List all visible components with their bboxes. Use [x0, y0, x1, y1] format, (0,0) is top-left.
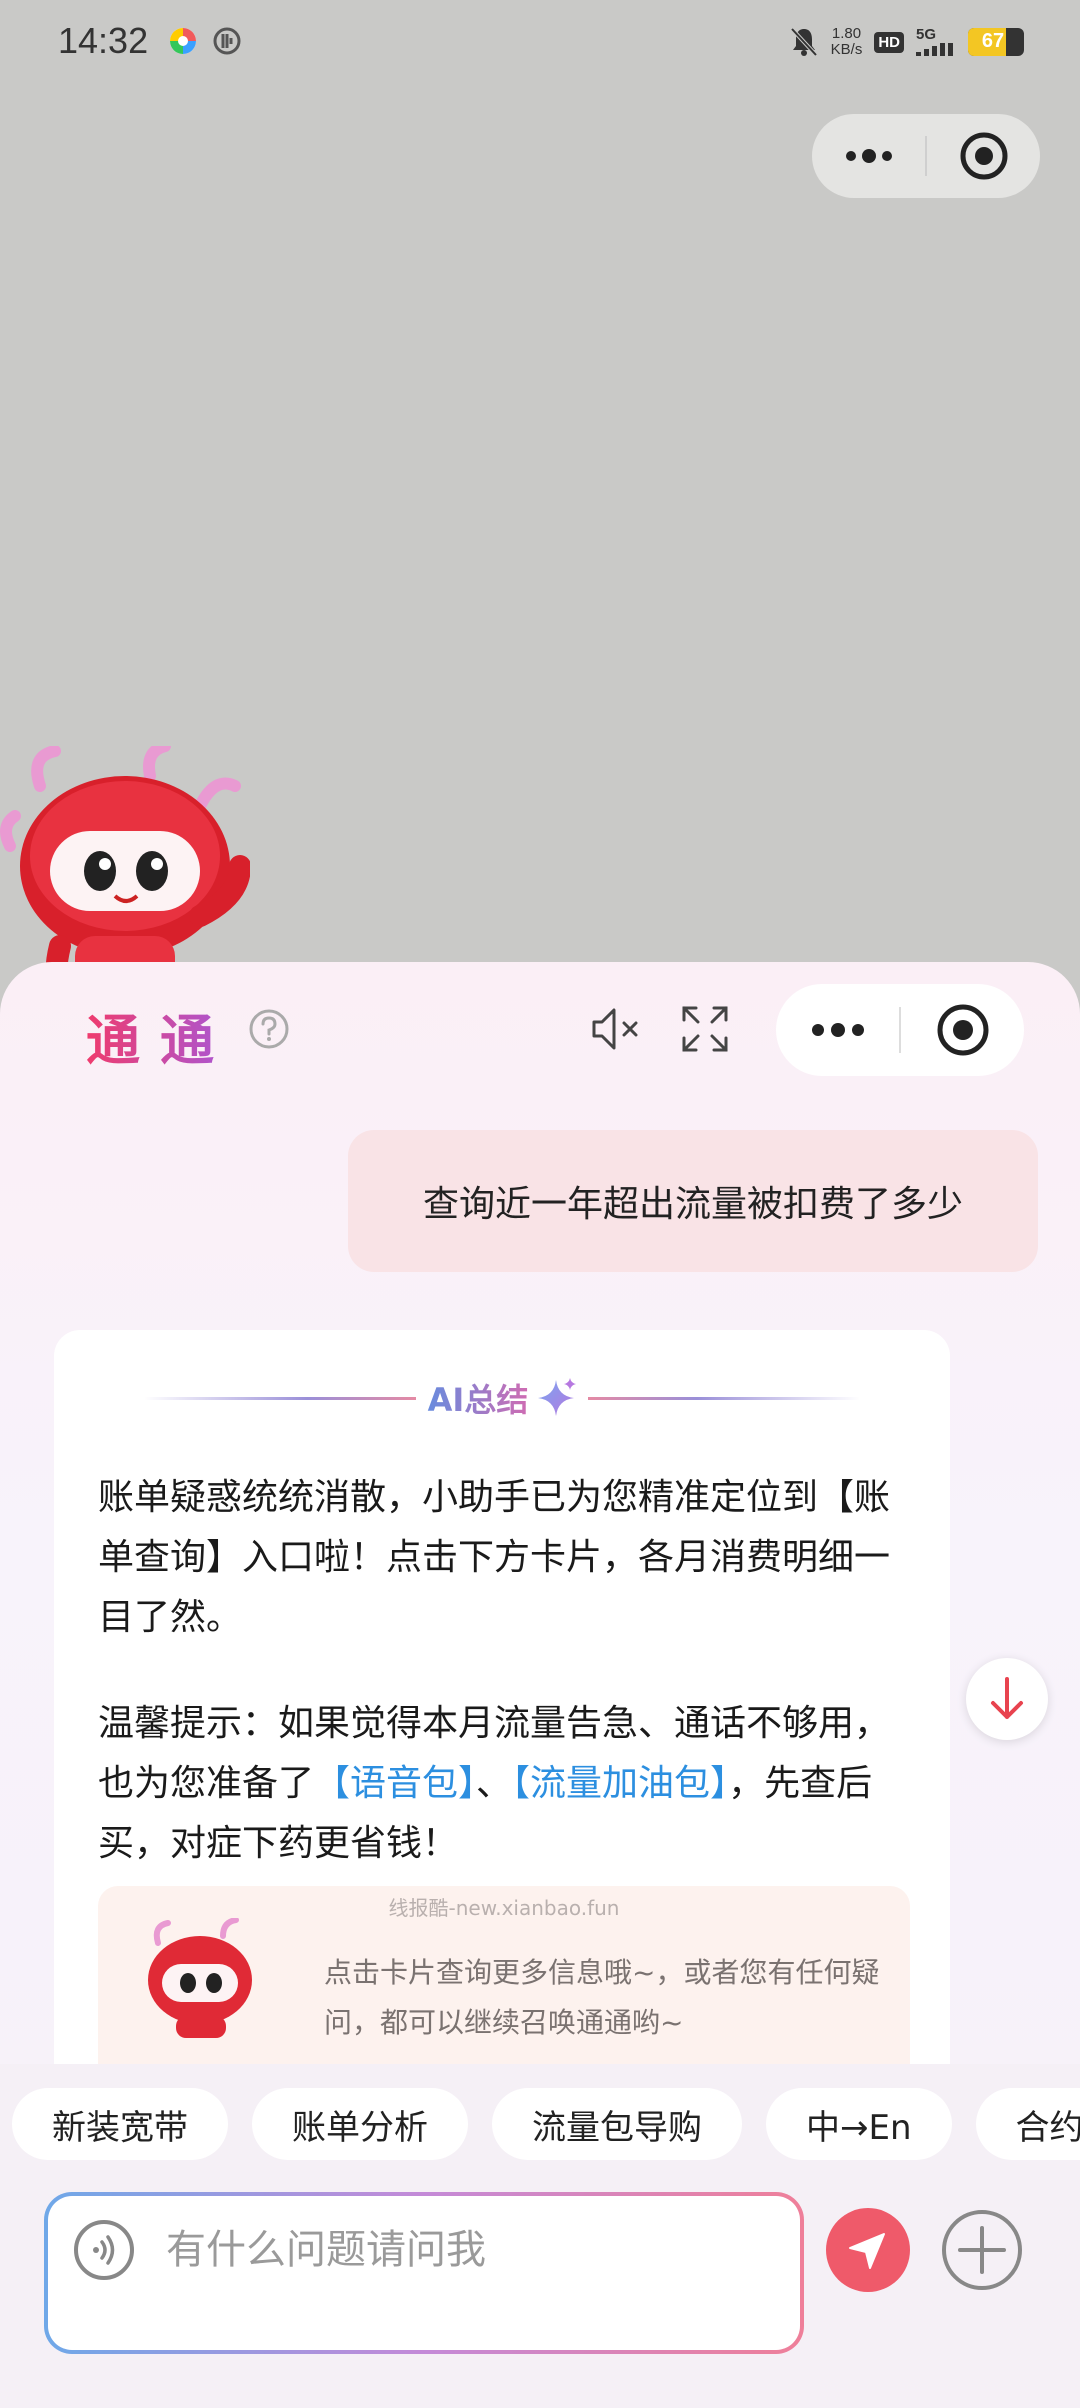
- network-speed: 1.80 KB/s: [830, 25, 863, 58]
- more-button[interactable]: [812, 114, 925, 198]
- fullscreen-icon[interactable]: [678, 1002, 732, 1056]
- user-message-bubble: 查询近一年超出流量被扣费了多少: [348, 1130, 1038, 1272]
- divider-line: [588, 1396, 860, 1400]
- battery-indicator: 67: [968, 28, 1024, 56]
- send-icon: [849, 2233, 885, 2269]
- target-close-icon: [960, 132, 1007, 180]
- input-box-inner: [48, 2196, 800, 2350]
- chip-translate-zh-en[interactable]: 中→En: [766, 2088, 952, 2160]
- send-button[interactable]: [826, 2208, 910, 2292]
- status-time: 14:32: [58, 20, 149, 61]
- app-notification-icon: [170, 28, 196, 54]
- data-pack-link[interactable]: 【流量加油包】: [512, 1763, 728, 1804]
- bill-query-card-text: 点击卡片查询更多信息哦~，或者您有任何疑问，都可以继续召唤通通哟~: [324, 1956, 880, 2039]
- mascot-image[interactable]: [0, 746, 250, 996]
- add-button[interactable]: [940, 2208, 1024, 2292]
- hd-badge: HD: [874, 31, 904, 53]
- voice-pack-link[interactable]: 【语音包】: [314, 1763, 476, 1804]
- more-dots-icon: [845, 149, 892, 163]
- ai-tip-paragraph: 温馨提示：如果觉得本月流量告急、通话不够用，也为您准备了【语音包】、【流量加油包…: [98, 1703, 891, 1864]
- app-notification-icon-2: [213, 27, 241, 55]
- chip-data-pack-guide[interactable]: 流量包导购: [492, 2088, 742, 2160]
- voice-input-icon[interactable]: [72, 2218, 136, 2282]
- status-bar: 14:32 1.80 KB/s HD 5G 67: [0, 0, 1080, 84]
- bill-query-card[interactable]: 线报酷-new.xianbao.fun 点击卡片查询更多信息哦~，或者您有任何疑…: [98, 1886, 910, 2090]
- miniprogram-capsule: [812, 114, 1040, 198]
- chip-contract[interactable]: 合约: [975, 2088, 1080, 2160]
- panel-close-button[interactable]: [901, 984, 1024, 1076]
- signal-indicator: 5G: [916, 27, 956, 56]
- signal-bars-icon: [916, 43, 953, 56]
- assistant-brand-title: 通通: [86, 996, 234, 1075]
- chat-input[interactable]: [166, 2210, 766, 2290]
- arrow-down-icon: [991, 1677, 1023, 1719]
- scroll-down-button[interactable]: [966, 1658, 1048, 1740]
- help-icon[interactable]: [248, 1008, 290, 1050]
- panel-capsule: [776, 984, 1024, 1076]
- chip-new-broadband[interactable]: 新装宽带: [12, 2088, 228, 2160]
- input-box: [44, 2192, 804, 2354]
- ai-summary-card: AI总结 账单疑惑统统消散，小助手已为您精准定位到【账单查询】入口啦！点击下方卡…: [54, 1330, 950, 2090]
- panel-more-button[interactable]: [776, 984, 899, 1076]
- sparkle-icon: [538, 1378, 577, 1416]
- target-close-icon: [937, 1004, 988, 1056]
- ai-summary-title: AI总结: [416, 1375, 535, 1421]
- mute-bell-icon: [790, 27, 818, 57]
- mascot-thumbnail: [148, 1918, 252, 2038]
- close-miniprogram-button[interactable]: [927, 114, 1040, 198]
- more-dots-icon: [811, 1023, 864, 1037]
- chip-bill-analysis[interactable]: 账单分析: [252, 2088, 468, 2160]
- ai-summary-paragraph: 账单疑惑统统消散，小助手已为您精准定位到【账单查询】入口啦！点击下方卡片，各月消…: [98, 1477, 891, 1638]
- bottom-input-area: 新装宽带 账单分析 流量包导购 中→En 合约: [0, 2064, 1080, 2408]
- quick-chips: 新装宽带 账单分析 流量包导购 中→En 合约: [12, 2088, 1080, 2160]
- speaker-mute-icon[interactable]: [588, 1004, 644, 1054]
- watermark-text: 线报酷-new.xianbao.fun: [388, 1896, 620, 1920]
- divider-line: [144, 1396, 416, 1400]
- ai-summary-header: AI总结: [144, 1374, 860, 1422]
